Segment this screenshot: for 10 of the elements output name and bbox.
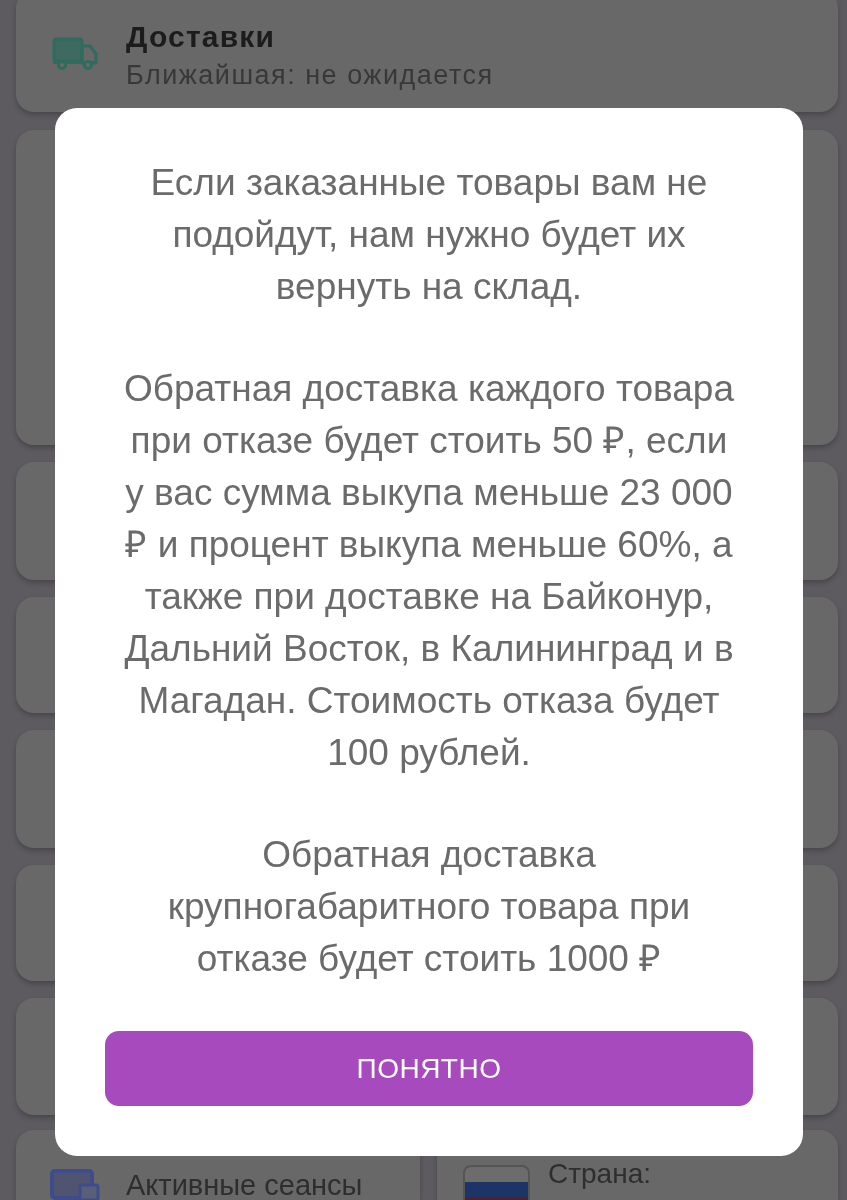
country-label: Страна: <box>548 1159 651 1189</box>
flag-icon <box>463 1165 530 1200</box>
card-title: Доставки <box>126 20 277 54</box>
truck-icon <box>52 37 98 71</box>
devices-icon <box>50 1169 100 1200</box>
dialog-text: Если заказанные товары вам не подойдут, нам нужно будет их вернуть на склад. <box>149 161 709 309</box>
dialog-text: Обратная доставка крупногабаритного товара при отказе будет стоить 1000 ₽ <box>166 833 692 981</box>
card-title: Активные сеансы <box>126 1171 363 1199</box>
ok-button[interactable]: ПОНЯТНО <box>105 1031 753 1106</box>
dialog-text: Обратная доставка каждого товара при отказе будет стоить 50 ₽, если у вас сумма выкупа меньше 23 000 ₽ и процент выкупа меньше 60%, а также при доставке на Байконур, Дальний Восток, в Калининград и в Магадан. Стоимость отказа будет 100 рублей. <box>123 367 735 775</box>
